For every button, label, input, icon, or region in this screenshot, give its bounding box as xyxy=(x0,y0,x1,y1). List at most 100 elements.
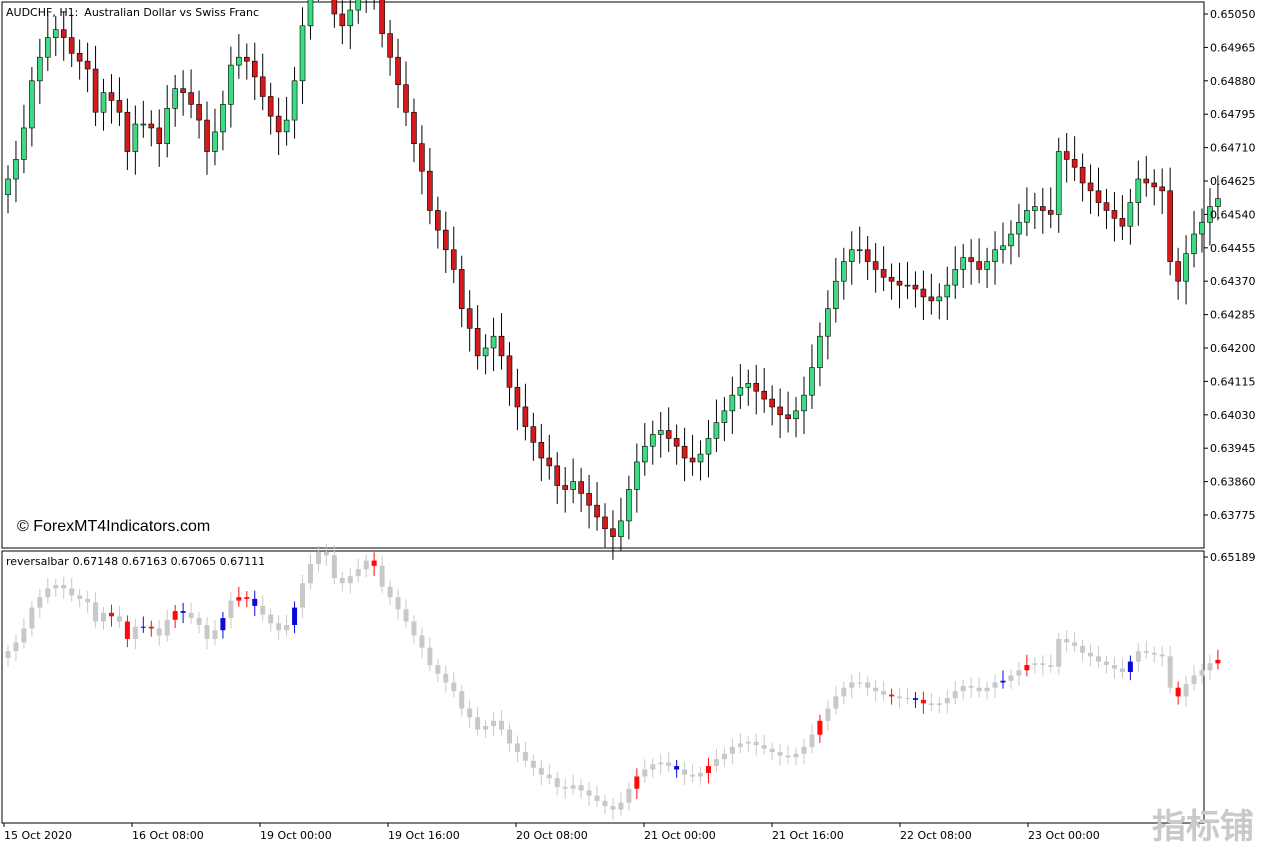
price-tick-label: 0.64965 xyxy=(1210,41,1256,54)
candle-body xyxy=(634,461,640,490)
main-chart-frame xyxy=(1,1,1205,549)
indicator-body xyxy=(85,598,91,603)
candle-body xyxy=(530,426,537,443)
candle-body xyxy=(427,170,433,211)
indicator-body xyxy=(1215,659,1221,664)
indicator-body xyxy=(546,774,552,779)
indicator-body xyxy=(204,625,210,639)
candle-body xyxy=(602,516,608,530)
candle-body xyxy=(1199,221,1205,235)
candle-body xyxy=(466,308,473,329)
indicator-body xyxy=(554,778,560,787)
indicator-body xyxy=(594,795,600,801)
candle-body xyxy=(450,249,457,270)
time-tick-label: 19 Oct 00:00 xyxy=(260,829,332,842)
indicator-body xyxy=(427,647,433,666)
indicator-body xyxy=(721,753,727,760)
indicator-body xyxy=(419,635,425,648)
indicator-body xyxy=(53,584,59,589)
indicator-body xyxy=(77,595,83,599)
candle-body xyxy=(1167,190,1173,262)
candle-body xyxy=(984,261,990,270)
candle-body xyxy=(1008,233,1014,247)
indicator-body xyxy=(331,555,337,578)
indicator-body xyxy=(467,708,473,718)
indicator-body xyxy=(809,734,815,747)
candle-body xyxy=(347,9,354,27)
candle-body xyxy=(29,80,35,129)
indicator-body xyxy=(355,569,361,577)
indicator-body xyxy=(952,691,958,699)
indicator-body xyxy=(1111,665,1117,669)
candle-body xyxy=(291,80,298,121)
candle-body xyxy=(1024,210,1030,223)
candle-body xyxy=(721,410,728,423)
candle-body xyxy=(1151,182,1158,188)
indicator-body xyxy=(777,752,783,756)
candle-body xyxy=(299,25,306,82)
indicator-bar xyxy=(1207,655,1213,681)
indicator-body xyxy=(124,621,130,639)
candle-body xyxy=(1071,159,1078,168)
candle-body xyxy=(204,119,210,152)
indicator-body xyxy=(1151,652,1157,655)
indicator-body xyxy=(642,769,648,777)
indicator-body xyxy=(976,687,982,692)
price-tick-label: 0.64455 xyxy=(1210,242,1256,255)
candle-body xyxy=(769,398,775,408)
candle-body xyxy=(928,296,935,302)
candle-body xyxy=(1103,202,1110,211)
candle-body xyxy=(1215,198,1221,207)
candle-body xyxy=(212,131,218,152)
indicator-body xyxy=(101,612,107,622)
candle-body xyxy=(681,445,688,459)
price-tick-label: 0.64030 xyxy=(1210,409,1256,422)
candle-body xyxy=(236,56,242,66)
candle-body xyxy=(657,430,664,435)
indicator-body xyxy=(323,551,329,556)
indicator-body xyxy=(626,788,632,803)
indicator-body xyxy=(602,800,608,807)
candle-body xyxy=(196,104,202,121)
indicator-body xyxy=(578,785,584,791)
time-tick-label: 20 Oct 08:00 xyxy=(516,829,588,842)
candle-body xyxy=(761,390,768,400)
candle-body xyxy=(1047,210,1054,215)
time-tick-label: 15 Oct 2020 xyxy=(4,829,72,842)
indicator-body xyxy=(347,576,353,584)
candle-body xyxy=(21,127,27,160)
chart-root: 0.65050 0.64965 0.64880 0.64795 0.64710 0.646… xyxy=(1,0,1256,847)
candle-body xyxy=(220,104,226,133)
indicator-body xyxy=(499,720,505,730)
indicator-body xyxy=(1135,651,1141,662)
candle-body xyxy=(856,249,863,252)
indicator-body xyxy=(562,786,568,789)
symbol-label: AUDCHF, H1: Australian Dollar vs Swiss Fr… xyxy=(6,6,259,19)
price-axis: 0.65050 0.64965 0.64880 0.64795 0.64710 0.646… xyxy=(1204,8,1256,564)
indicator-body xyxy=(148,626,154,629)
indicator-body xyxy=(1167,656,1173,688)
indicator-body xyxy=(1088,652,1094,657)
price-tick-label: 0.64370 xyxy=(1210,275,1256,288)
price-tick-label: 0.63945 xyxy=(1210,442,1256,455)
indicator-body xyxy=(140,626,146,628)
candle-body xyxy=(100,92,107,113)
candle-body xyxy=(745,383,752,388)
indicator-body xyxy=(172,611,178,620)
indicator-body xyxy=(5,651,11,659)
candle-body xyxy=(880,269,887,278)
price-tick-label: 0.64710 xyxy=(1210,142,1256,155)
indicator-body xyxy=(108,612,114,617)
indicator-body xyxy=(1016,670,1022,676)
indicator-body xyxy=(1175,687,1181,697)
indicator-body xyxy=(634,776,640,789)
candle-body xyxy=(578,481,584,494)
indicator-body xyxy=(1056,638,1062,667)
candle-body xyxy=(490,335,497,349)
indicator-body xyxy=(443,673,449,683)
indicator-body xyxy=(666,762,672,767)
candle-body xyxy=(116,100,123,113)
indicator-body xyxy=(865,682,871,688)
candle-body xyxy=(665,430,672,439)
indicator-body xyxy=(713,759,719,767)
